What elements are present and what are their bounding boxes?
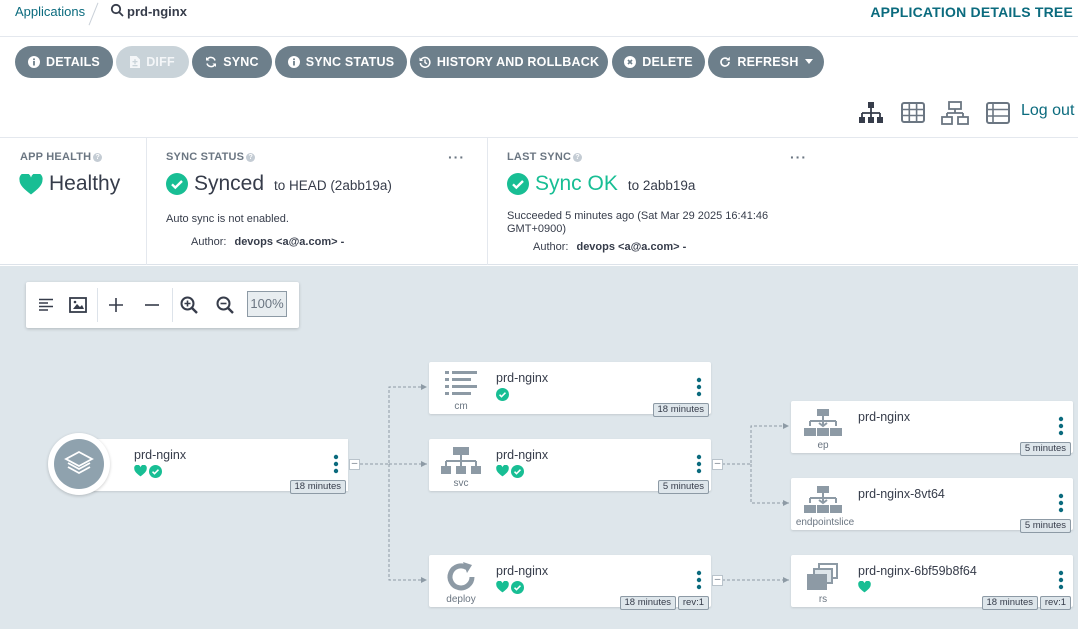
collapse-all-icon[interactable] <box>138 291 166 319</box>
replicaset-node[interactable]: rs prd-nginx-6bf59b8f64 18 minutes rev:1 <box>791 555 1073 610</box>
node-kind: rs <box>818 594 828 605</box>
endpoints-node[interactable]: ep prd-nginx 5 minutes <box>791 401 1073 456</box>
node-status-icons <box>496 388 509 401</box>
deployment-icon <box>447 562 475 591</box>
application-node[interactable]: prd-nginx 18 minutes – <box>48 433 360 495</box>
node-name: prd-nginx <box>496 564 549 578</box>
node-status-icons <box>496 465 524 478</box>
node-kind: deploy <box>446 594 476 605</box>
node-menu-icon[interactable] <box>1057 493 1065 513</box>
node-menu-icon[interactable] <box>695 377 703 397</box>
endpoints-icon <box>804 409 842 436</box>
zoom-in-icon[interactable] <box>175 291 203 319</box>
node-age-tag: 18 minutes <box>289 480 346 494</box>
collapse-toggle[interactable]: – <box>349 459 360 470</box>
node-status-icons <box>858 581 871 593</box>
node-menu-icon[interactable] <box>1057 570 1065 590</box>
service-node[interactable]: svc prd-nginx 5 minutes – <box>429 439 723 494</box>
check-circle-icon <box>511 581 524 594</box>
heart-icon <box>496 465 509 477</box>
application-card[interactable]: prd-nginx 18 minutes – <box>78 439 360 494</box>
service-icon <box>441 447 481 474</box>
node-age-tag: 5 minutes <box>657 480 709 494</box>
deployment-node[interactable]: deploy prd-nginx 18 minutes rev:1 – <box>429 555 723 610</box>
check-circle-icon <box>149 465 162 478</box>
node-name: prd-nginx <box>858 410 911 424</box>
node-name: prd-nginx-6bf59b8f64 <box>858 564 977 578</box>
endpointslice-icon <box>804 486 842 513</box>
node-name: prd-nginx <box>496 371 549 385</box>
node-age-tag: 18 minutes <box>981 596 1038 610</box>
heart-icon <box>858 581 871 593</box>
check-circle-icon <box>511 465 524 478</box>
node-kind: cm <box>454 401 468 412</box>
node-revision-tag: rev:1 <box>1039 596 1071 610</box>
node-kind: endpointslice <box>795 517 855 528</box>
check-circle-icon <box>496 388 509 401</box>
graph-controls: 100% <box>26 282 299 328</box>
configmap-icon <box>445 371 477 395</box>
expand-all-icon[interactable] <box>102 291 130 319</box>
node-status-icons <box>496 581 524 594</box>
node-age-tag: 18 minutes <box>619 596 676 610</box>
fit-screen-icon[interactable] <box>64 291 92 319</box>
endpointslice-node[interactable]: endpointslice prd-nginx-8vt64 5 minutes <box>791 478 1073 533</box>
node-name: prd-nginx <box>496 448 549 462</box>
node-age-tag: 5 minutes <box>1019 519 1071 533</box>
node-menu-icon[interactable] <box>695 570 703 590</box>
node-menu-icon[interactable] <box>1057 416 1065 436</box>
node-kind: svc <box>453 478 469 489</box>
heart-icon <box>134 465 147 477</box>
configmap-node[interactable]: cm prd-nginx 18 minutes <box>429 362 711 417</box>
node-status-icons <box>134 465 162 478</box>
node-kind: ep <box>817 440 829 451</box>
node-menu-icon[interactable] <box>695 454 703 474</box>
layers-icon <box>64 450 94 475</box>
node-age-tag: 18 minutes <box>652 403 709 417</box>
node-age-tag: 5 minutes <box>1019 442 1071 456</box>
node-name: prd-nginx-8vt64 <box>858 487 945 501</box>
collapse-toggle[interactable]: – <box>712 575 723 586</box>
zoom-out-icon[interactable] <box>211 291 239 319</box>
node-menu-icon[interactable] <box>332 454 340 474</box>
application-icon <box>48 433 110 495</box>
node-name: prd-nginx <box>134 448 187 462</box>
align-left-icon[interactable] <box>32 291 60 319</box>
replicaset-icon <box>807 563 838 590</box>
node-revision-tag: rev:1 <box>677 596 709 610</box>
zoom-level[interactable]: 100% <box>247 291 287 317</box>
collapse-toggle[interactable]: – <box>712 459 723 470</box>
heart-icon <box>496 581 509 593</box>
